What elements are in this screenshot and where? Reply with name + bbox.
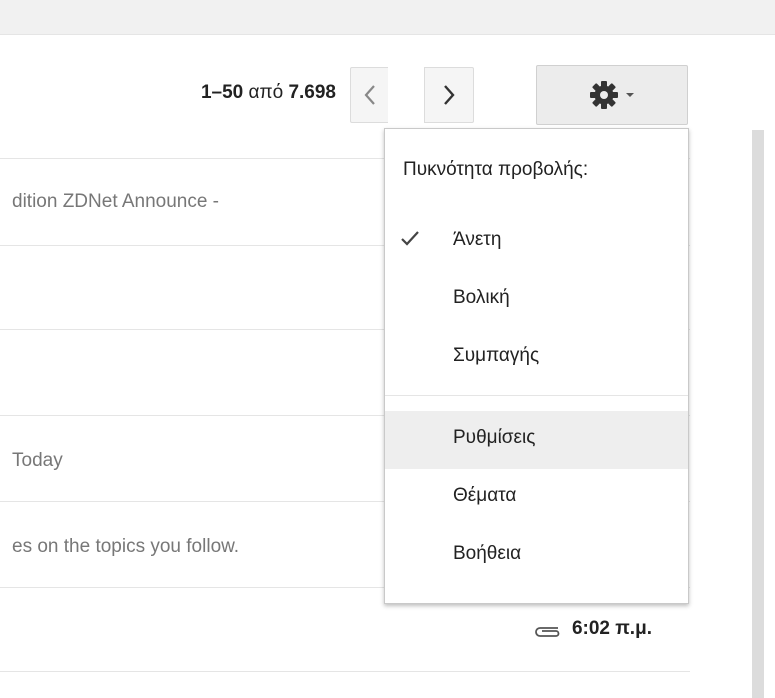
density-option-cozy[interactable]: Βολική xyxy=(385,271,688,329)
menu-item-themes[interactable]: Θέματα xyxy=(385,469,688,527)
density-option-label: Βολική xyxy=(453,287,510,308)
display-density-heading: Πυκνότητα προβολής: xyxy=(403,159,589,180)
checkmark-icon xyxy=(399,227,421,255)
menu-item-label: Θέματα xyxy=(453,485,517,506)
gear-icon xyxy=(590,81,618,109)
paperclip-icon xyxy=(532,622,562,644)
message-snippet: es on the topics you follow. xyxy=(12,536,240,557)
density-option-label: Συμπαγής xyxy=(453,345,540,366)
caret-down-icon xyxy=(626,93,634,97)
older-button[interactable] xyxy=(424,67,474,123)
pagination-range: 1–50 xyxy=(200,82,244,103)
pagination-info: 1–50 από 7.698 xyxy=(140,82,336,104)
message-time: 6:02 π.μ. xyxy=(571,618,652,639)
toolbar-strip xyxy=(0,0,775,35)
pagination-total: 7.698 xyxy=(288,82,336,103)
density-option-compact[interactable]: Συμπαγής xyxy=(385,329,688,387)
menu-item-label: Ρυθμίσεις xyxy=(453,427,536,448)
message-snippet: Today xyxy=(12,450,63,471)
menu-item-help[interactable]: Βοήθεια xyxy=(385,527,688,585)
scrollbar[interactable] xyxy=(752,130,775,698)
menu-item-label: Βοήθεια xyxy=(453,543,522,564)
density-option-comfortable[interactable]: Άνετη xyxy=(385,213,688,271)
chevron-left-icon xyxy=(364,85,375,105)
message-snippet: dition ZDNet Announce - xyxy=(12,191,220,212)
menu-divider xyxy=(385,395,688,396)
menu-item-settings[interactable]: Ρυθμίσεις xyxy=(385,411,688,469)
newer-button[interactable] xyxy=(350,67,388,123)
chevron-right-icon xyxy=(444,85,455,105)
settings-button[interactable] xyxy=(536,65,688,125)
pagination-of: από xyxy=(248,82,284,103)
density-option-label: Άνετη xyxy=(453,229,502,250)
settings-menu: Πυκνότητα προβολής: Άνετη Βολική Συμπαγή… xyxy=(384,128,689,604)
